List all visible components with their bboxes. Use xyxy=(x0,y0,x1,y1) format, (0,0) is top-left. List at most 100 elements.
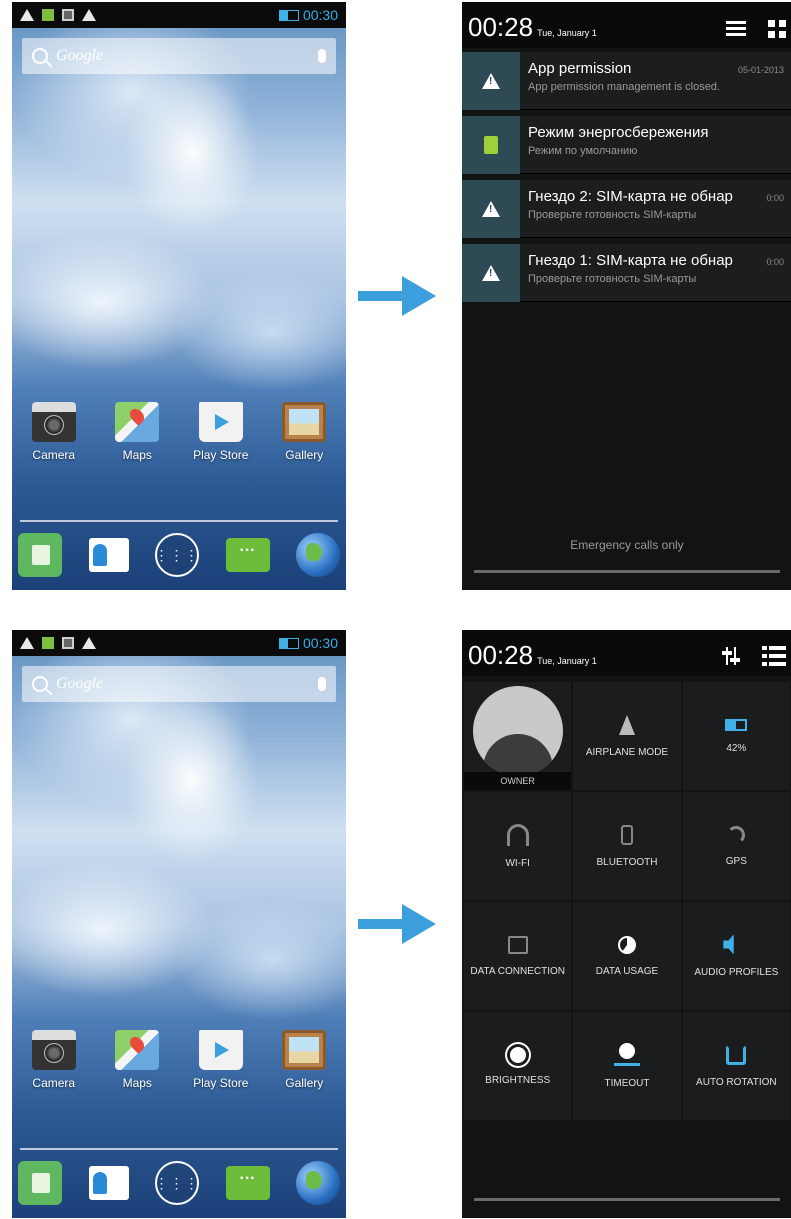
google-search-label: Google xyxy=(56,675,104,692)
camera-icon xyxy=(31,1030,76,1070)
app-camera[interactable]: Camera xyxy=(16,1030,92,1090)
app-label: Maps xyxy=(122,1076,152,1090)
emergency-calls-text: Emergency calls only xyxy=(570,538,684,552)
tile-data-connection[interactable]: DATA CONNECTION xyxy=(464,902,572,1010)
app-shortcuts: Camera Maps Play Store Gallery xyxy=(12,402,346,462)
app-label: Maps xyxy=(122,448,152,462)
settings-sliders-icon[interactable] xyxy=(722,647,740,665)
app-label: Camera xyxy=(32,448,76,462)
app-play-store[interactable]: Play Store xyxy=(183,402,259,462)
date: Tue, January 1 xyxy=(537,656,597,666)
date: Tue, January 1 xyxy=(537,28,597,38)
quick-settings-toggle-icon[interactable] xyxy=(768,20,786,38)
notification-item[interactable]: Гнездо 2: SIM-карта не обнар 0:00 Провер… xyxy=(462,180,791,238)
messaging-icon[interactable]: ··· xyxy=(225,1166,270,1200)
microphone-icon[interactable] xyxy=(318,49,326,63)
tile-auto-rotation[interactable]: AUTO ROTATION xyxy=(682,1012,790,1120)
google-search-bar[interactable]: Google xyxy=(22,38,336,74)
status-time: 00:30 xyxy=(302,7,338,23)
play-store-icon xyxy=(198,1030,243,1070)
contacts-icon[interactable] xyxy=(88,538,129,572)
app-play-store[interactable]: Play Store xyxy=(183,1030,259,1090)
notification-item[interactable]: Режим энергосбережения Режим по умолчани… xyxy=(462,116,791,174)
app-maps[interactable]: Maps xyxy=(99,1030,175,1090)
notification-title: App permission xyxy=(528,60,632,77)
tile-data-usage[interactable]: DATA USAGE xyxy=(573,902,681,1010)
maps-icon xyxy=(115,1030,160,1070)
tile-label: OWNER xyxy=(500,776,535,786)
status-bar: 00:30 xyxy=(12,630,346,656)
gallery-icon xyxy=(282,1030,327,1070)
app-gallery[interactable]: Gallery xyxy=(266,1030,342,1090)
camera-icon xyxy=(31,402,76,442)
tile-label: GPS xyxy=(725,855,747,867)
battery-icon xyxy=(278,637,299,649)
notification-shade: 00:28 Tue, January 1 App permission 05-0… xyxy=(462,2,791,590)
tile-label: DATA CONNECTION xyxy=(470,965,565,977)
contacts-icon[interactable] xyxy=(88,1166,129,1200)
app-label: Gallery xyxy=(285,448,324,462)
notification-time: 05-01-2013 xyxy=(737,65,784,75)
notification-item[interactable]: Гнездо 1: SIM-карта не обнар 0:00 Провер… xyxy=(462,244,791,302)
airplane-icon xyxy=(618,714,635,735)
notifications-list-icon[interactable] xyxy=(762,646,786,666)
warning-icon xyxy=(482,265,500,281)
search-icon xyxy=(32,676,48,692)
microphone-icon[interactable] xyxy=(318,677,326,691)
status-time: 00:30 xyxy=(302,635,338,651)
clear-notifications-icon[interactable] xyxy=(726,21,746,37)
tile-label: TIMEOUT xyxy=(604,1078,650,1089)
sms-glyph: ··· xyxy=(239,542,256,559)
warning-icon xyxy=(482,201,500,217)
app-camera[interactable]: Camera xyxy=(16,402,92,462)
audio-profiles-icon xyxy=(723,934,734,955)
notification-title: Режим энергосбережения xyxy=(528,124,709,141)
notification-item[interactable]: App permission 05-01-2013 App permission… xyxy=(462,52,791,110)
google-search-label: Google xyxy=(56,47,104,64)
drag-handle[interactable] xyxy=(474,570,780,573)
data-usage-icon xyxy=(617,935,636,954)
phone-icon[interactable] xyxy=(18,1161,62,1205)
app-drawer-icon[interactable]: ⋮⋮⋮ xyxy=(155,1161,199,1205)
shade-header: 00:28 Tue, January 1 xyxy=(462,2,791,48)
sim-card-icon xyxy=(484,136,498,154)
app-gallery[interactable]: Gallery xyxy=(266,402,342,462)
tile-battery[interactable]: 42% xyxy=(682,682,790,790)
clock: 00:28 xyxy=(468,640,534,670)
dock-divider xyxy=(20,1148,338,1150)
brightness-icon xyxy=(509,1046,526,1063)
app-drawer-icon[interactable]: ⋮⋮⋮ xyxy=(155,533,199,577)
browser-globe-icon[interactable] xyxy=(296,533,340,577)
wifi-icon xyxy=(506,823,529,846)
home-screen-top: 00:30 Google Camera Maps Play Store Gall… xyxy=(12,2,346,590)
tile-brightness[interactable]: BRIGHTNESS xyxy=(464,1012,572,1120)
app-maps[interactable]: Maps xyxy=(99,402,175,462)
bluetooth-icon xyxy=(620,824,633,845)
tile-timeout[interactable]: TIMEOUT xyxy=(573,1012,681,1120)
drag-handle[interactable] xyxy=(474,1198,780,1201)
tile-airplane-mode[interactable]: AIRPLANE MODE xyxy=(573,682,681,790)
tile-bluetooth[interactable]: BLUETOOTH xyxy=(573,792,681,900)
drawer-glyph: ⋮⋮⋮ xyxy=(154,1174,200,1191)
arrow-shaft xyxy=(358,919,404,929)
google-search-bar[interactable]: Google xyxy=(22,666,336,702)
app-label: Play Store xyxy=(193,448,249,462)
notification-subtitle: Проверьте готовность SIM-карты xyxy=(528,209,697,221)
data-connection-icon xyxy=(507,935,528,954)
tile-wifi[interactable]: WI-FI xyxy=(464,792,572,900)
browser-globe-icon[interactable] xyxy=(296,1161,340,1205)
battery-icon xyxy=(278,9,299,21)
tile-owner[interactable]: OWNER xyxy=(464,682,572,790)
timeout-indicator xyxy=(613,1063,640,1066)
warning-icon xyxy=(82,637,96,649)
phone-icon[interactable] xyxy=(18,533,62,577)
dock: ⋮⋮⋮ ··· xyxy=(12,528,346,582)
shade-header: 00:28 Tue, January 1 xyxy=(462,630,791,676)
notification-title: Гнездо 1: SIM-карта не обнар xyxy=(528,252,733,269)
tile-label: 42% xyxy=(726,742,747,754)
tile-gps[interactable]: GPS xyxy=(682,792,790,900)
tile-audio-profiles[interactable]: AUDIO PROFILES xyxy=(682,902,790,1010)
tile-label: WI-FI xyxy=(505,857,530,869)
quick-settings-grid: OWNER AIRPLANE MODE 42% WI-FI BLUETOOTH … xyxy=(462,682,791,1120)
messaging-icon[interactable]: ··· xyxy=(225,538,270,572)
